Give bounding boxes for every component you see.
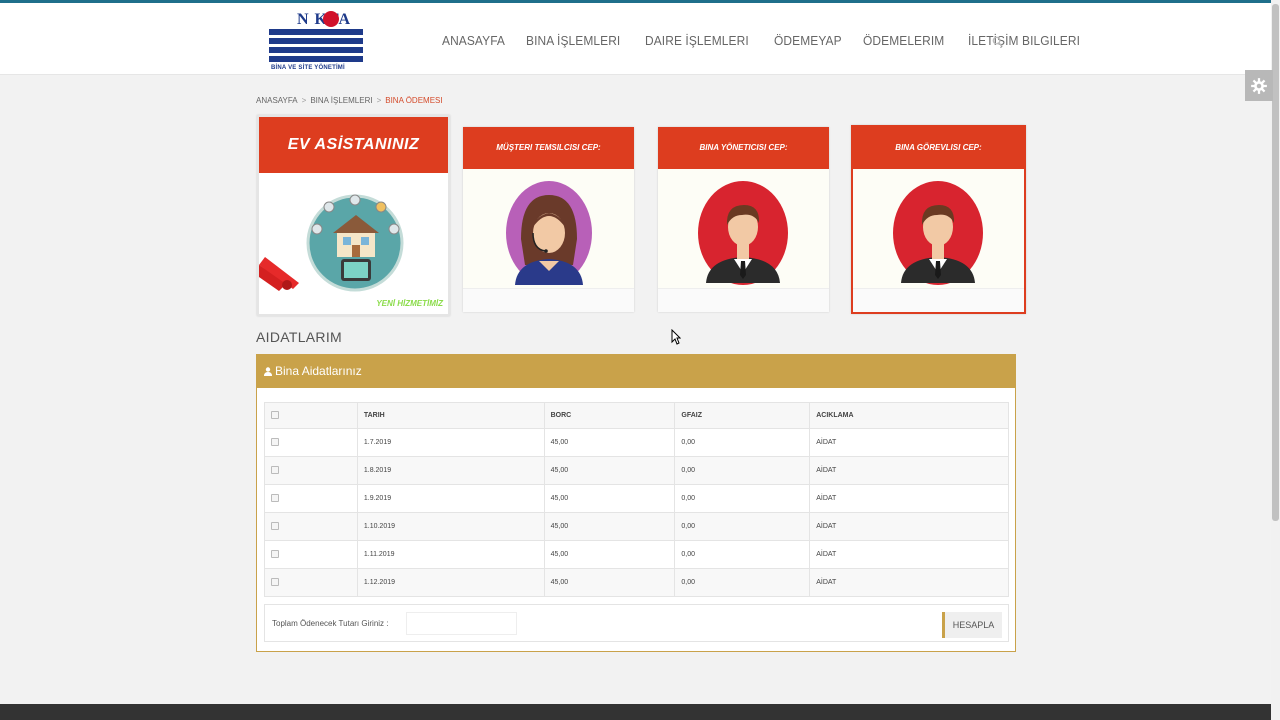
breadcrumb: ANASAYFA > BINA İŞLEMLERI > BINA ÖDEMESI bbox=[256, 96, 443, 105]
row-select-cell bbox=[264, 568, 358, 597]
user-icon bbox=[264, 367, 272, 376]
row-checkbox[interactable] bbox=[271, 521, 279, 530]
male-staff-avatar-icon bbox=[893, 181, 983, 285]
cell-gfaiz: 0,00 bbox=[674, 568, 811, 597]
total-amount-label: Toplam Ödenecek Tutarı Giriniz : bbox=[272, 619, 389, 628]
breadcrumb-bina-islemleri[interactable]: BINA İŞLEMLERI bbox=[310, 96, 372, 105]
cell-gfaiz: 0,00 bbox=[674, 484, 811, 513]
yeni-hizmet-badge: YENİ HİZMETİMİZ bbox=[376, 299, 443, 308]
table-header-row: TARIH BORC GFAIZ ACIKLAMA bbox=[264, 402, 1009, 429]
table-row: 1.10.2019 45,00 0,00 AİDAT bbox=[264, 512, 1009, 541]
cell-borc: 45,00 bbox=[543, 484, 676, 513]
cell-borc: 45,00 bbox=[543, 456, 676, 485]
logo-subtitle: BİNA VE SİTE YÖNETİMİ bbox=[271, 65, 345, 71]
row-checkbox[interactable] bbox=[271, 549, 279, 558]
section-title: AIDATLARIM bbox=[256, 329, 342, 345]
cell-tarih: 1.12.2019 bbox=[356, 568, 545, 597]
nav-item-anasayfa[interactable]: ANASAYFA bbox=[442, 33, 505, 48]
cell-borc: 45,00 bbox=[543, 428, 676, 457]
cell-aciklama: AİDAT bbox=[809, 568, 1009, 597]
row-checkbox[interactable] bbox=[271, 465, 279, 474]
logo-building-icon bbox=[269, 29, 363, 65]
row-select-cell bbox=[264, 484, 358, 513]
card-footer bbox=[463, 288, 634, 312]
nav-item-iletisim[interactable]: İLETİŞİM BILGILERI bbox=[968, 33, 1080, 48]
cell-tarih: 1.10.2019 bbox=[356, 512, 545, 541]
total-amount-input[interactable] bbox=[406, 612, 517, 635]
cell-gfaiz: 0,00 bbox=[674, 512, 811, 541]
smart-home-illustration bbox=[259, 194, 404, 292]
breadcrumb-current: BINA ÖDEMESI bbox=[385, 96, 443, 105]
total-form-row: Toplam Ödenecek Tutarı Giriniz : HESAPLA bbox=[264, 604, 1009, 642]
cell-gfaiz: 0,00 bbox=[674, 540, 811, 569]
aidat-table: TARIH BORC GFAIZ ACIKLAMA 1.7.2019 45,00… bbox=[264, 402, 1009, 597]
cell-borc: 45,00 bbox=[543, 540, 676, 569]
table-row: 1.11.2019 45,00 0,00 AİDAT bbox=[264, 540, 1009, 569]
cell-tarih: 1.7.2019 bbox=[356, 428, 545, 457]
breadcrumb-home[interactable]: ANASAYFA bbox=[256, 96, 298, 105]
nav-item-odemeyap[interactable]: ÖDEMEYAP bbox=[774, 33, 842, 48]
scrollbar-thumb[interactable] bbox=[1272, 4, 1279, 521]
cell-aciklama: AİDAT bbox=[809, 540, 1009, 569]
column-header-tarih: TARIH bbox=[356, 402, 545, 429]
select-all-cell bbox=[264, 402, 358, 429]
cell-borc: 45,00 bbox=[543, 512, 676, 541]
male-manager-avatar-icon bbox=[698, 181, 788, 285]
panel-header: Bina Aidatlarınız bbox=[257, 355, 1015, 388]
ev-asistan-title: EV ASİSTANINIZ bbox=[259, 117, 448, 173]
bina-yoneticisi-title: BINA YÖNETICISI CEP: bbox=[658, 127, 829, 169]
cell-aciklama: AİDAT bbox=[809, 484, 1009, 513]
table-row: 1.9.2019 45,00 0,00 AİDAT bbox=[264, 484, 1009, 513]
nav-item-daire-islemleri[interactable]: DAIRE İŞLEMLERI bbox=[645, 33, 749, 48]
bina-gorevlisi-title: BINA GÖREVLISI CEP: bbox=[853, 127, 1024, 169]
musteri-temsilcisi-card[interactable]: MÜŞTERI TEMSILCISI CEP: bbox=[463, 127, 634, 312]
aidat-panel: Bina Aidatlarınız TARIH BORC GFAIZ ACIKL… bbox=[256, 354, 1016, 652]
row-checkbox[interactable] bbox=[271, 493, 279, 502]
cell-aciklama: AİDAT bbox=[809, 456, 1009, 485]
select-all-checkbox[interactable] bbox=[271, 410, 279, 419]
cell-borc: 45,00 bbox=[543, 568, 676, 597]
female-agent-avatar-icon bbox=[506, 181, 592, 285]
column-header-aciklama: ACIKLAMA bbox=[809, 402, 1009, 429]
bina-yoneticisi-card[interactable]: BINA YÖNETICISI CEP: bbox=[658, 127, 829, 312]
row-checkbox[interactable] bbox=[271, 577, 279, 586]
cell-tarih: 1.11.2019 bbox=[356, 540, 545, 569]
cell-tarih: 1.8.2019 bbox=[356, 456, 545, 485]
bina-gorevlisi-card[interactable]: BINA GÖREVLISI CEP: bbox=[851, 125, 1026, 314]
settings-toggle-button[interactable] bbox=[1245, 70, 1273, 101]
cell-aciklama: AİDAT bbox=[809, 512, 1009, 541]
cell-gfaiz: 0,00 bbox=[674, 456, 811, 485]
row-select-cell bbox=[264, 512, 358, 541]
gear-icon bbox=[1251, 77, 1267, 94]
nav-item-bina-islemleri[interactable]: BINA İŞLEMLERI bbox=[526, 33, 620, 48]
row-select-cell bbox=[264, 540, 358, 569]
breadcrumb-separator: > bbox=[376, 96, 382, 105]
logo-dot-icon bbox=[323, 11, 339, 27]
page-scrollbar[interactable] bbox=[1271, 0, 1280, 720]
column-header-gfaiz: GFAIZ bbox=[674, 402, 811, 429]
card-footer bbox=[658, 288, 829, 312]
cell-tarih: 1.9.2019 bbox=[356, 484, 545, 513]
site-header: N KTA BİNA VE SİTE YÖNETİMİ ANASAYFA BIN… bbox=[0, 3, 1271, 75]
table-row: 1.7.2019 45,00 0,00 AİDAT bbox=[264, 428, 1009, 457]
hesapla-button[interactable]: HESAPLA bbox=[942, 612, 1002, 638]
footer-bar bbox=[0, 704, 1271, 720]
table-row: 1.8.2019 45,00 0,00 AİDAT bbox=[264, 456, 1009, 485]
column-header-borc: BORC bbox=[543, 402, 676, 429]
mouse-cursor-icon bbox=[671, 329, 681, 345]
cell-gfaiz: 0,00 bbox=[674, 428, 811, 457]
musteri-temsilcisi-title: MÜŞTERI TEMSILCISI CEP: bbox=[463, 127, 634, 169]
ev-asistan-card[interactable]: EV ASİSTANINIZ YENİ HİZMETİMİZ bbox=[257, 115, 450, 316]
row-checkbox[interactable] bbox=[271, 437, 279, 446]
site-logo[interactable]: N KTA BİNA VE SİTE YÖNETİMİ bbox=[267, 9, 383, 77]
table-row: 1.12.2019 45,00 0,00 AİDAT bbox=[264, 568, 1009, 597]
breadcrumb-separator: > bbox=[301, 96, 307, 105]
card-footer bbox=[853, 288, 1024, 312]
nav-item-odemelerim[interactable]: ÖDEMELERIM bbox=[863, 33, 944, 48]
panel-title: Bina Aidatlarınız bbox=[275, 364, 362, 378]
search-icon[interactable] bbox=[992, 36, 1003, 47]
row-select-cell bbox=[264, 428, 358, 457]
row-select-cell bbox=[264, 456, 358, 485]
cell-aciklama: AİDAT bbox=[809, 428, 1009, 457]
